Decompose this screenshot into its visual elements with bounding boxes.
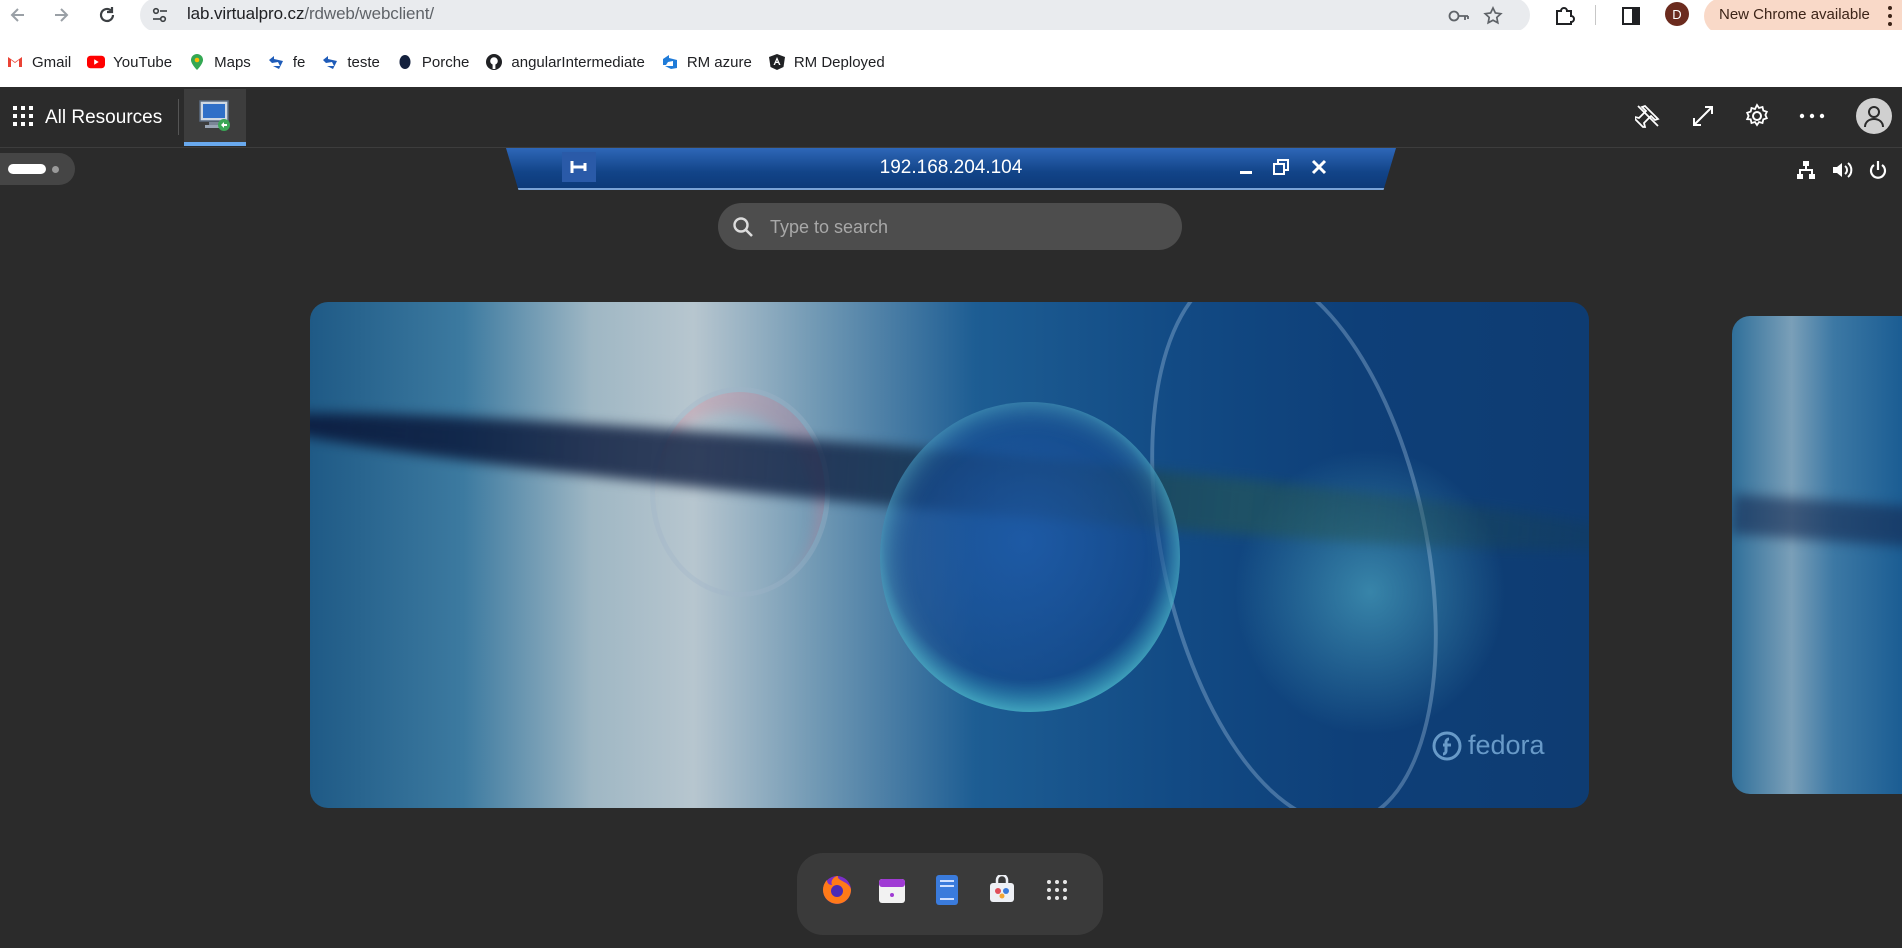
remote-session-tab[interactable] bbox=[184, 89, 246, 146]
bookmark-gmail[interactable]: Gmail bbox=[0, 48, 77, 76]
side-panel-icon[interactable] bbox=[1618, 3, 1644, 29]
volume-icon[interactable] bbox=[1830, 158, 1854, 182]
rdweb-header: All Resources bbox=[0, 87, 1902, 148]
github-icon bbox=[485, 53, 503, 71]
app-grid-icon bbox=[1047, 880, 1067, 900]
bookmark-rm-azure[interactable]: RM azure bbox=[655, 48, 758, 76]
address-bar[interactable]: lab.virtualpro.cz/rdweb/webclient/ bbox=[140, 0, 1530, 32]
back-button[interactable] bbox=[6, 3, 30, 27]
dock-calendar[interactable] bbox=[872, 870, 912, 910]
gmail-icon bbox=[6, 53, 24, 71]
dock-show-apps[interactable] bbox=[1037, 870, 1077, 910]
toolbar-divider bbox=[1595, 5, 1596, 25]
angular-icon bbox=[768, 53, 786, 71]
text-editor-icon bbox=[936, 875, 958, 905]
workspace-thumbnail-current[interactable]: fedora bbox=[310, 302, 1589, 808]
bookmark-label: Porche bbox=[421, 53, 470, 71]
overview-search-box[interactable] bbox=[718, 203, 1182, 250]
arrow-right-icon bbox=[55, 8, 69, 22]
fullscreen-icon[interactable] bbox=[1688, 101, 1718, 131]
url-text: lab.virtualpro.cz/rdweb/webclient/ bbox=[187, 4, 434, 24]
porche-icon bbox=[396, 53, 414, 71]
remote-desktop-area[interactable]: 192.168.204.104 fedora bbox=[0, 148, 1902, 948]
azure-devops-icon bbox=[661, 53, 679, 71]
bookmark-star-icon[interactable] bbox=[1482, 5, 1504, 27]
close-session-button[interactable] bbox=[1307, 155, 1331, 179]
url-path: /rdweb/webclient/ bbox=[304, 4, 435, 23]
wallpaper-bubble bbox=[880, 402, 1180, 712]
forward-button[interactable] bbox=[49, 3, 73, 27]
update-chrome-label: New Chrome available bbox=[1719, 6, 1870, 23]
bookmark-label: Gmail bbox=[32, 53, 72, 71]
unpin-icon[interactable] bbox=[1633, 101, 1663, 131]
bookmark-maps[interactable]: Maps bbox=[182, 48, 257, 76]
bookmark-label: angularIntermediate bbox=[511, 53, 645, 71]
bookmark-label: RM azure bbox=[686, 53, 752, 71]
azure-devops-icon bbox=[321, 53, 339, 71]
workspace-dot bbox=[52, 166, 59, 173]
all-resources-title[interactable]: All Resources bbox=[45, 107, 162, 129]
user-account-icon[interactable] bbox=[1856, 98, 1892, 134]
calendar-icon bbox=[879, 879, 905, 903]
bookmark-rm-deployed[interactable]: RM Deployed bbox=[762, 48, 891, 76]
fedora-watermark: fedora bbox=[1432, 730, 1545, 761]
reload-icon bbox=[99, 7, 115, 23]
chrome-menu-icon[interactable] bbox=[1888, 6, 1892, 26]
restore-icon bbox=[1273, 159, 1289, 175]
fedora-wordmark: fedora bbox=[1468, 730, 1545, 760]
power-icon[interactable] bbox=[1866, 158, 1890, 182]
active-tab-indicator bbox=[184, 142, 246, 146]
update-chrome-button[interactable]: New Chrome available bbox=[1704, 0, 1902, 34]
remote-host-address: 192.168.204.104 bbox=[879, 157, 1023, 178]
bookmark-porche[interactable]: Porche bbox=[390, 48, 476, 76]
browser-toolbar: lab.virtualpro.cz/rdweb/webclient/ D New… bbox=[0, 0, 1902, 34]
firefox-icon bbox=[823, 876, 851, 904]
bookmark-label: fe bbox=[292, 53, 306, 71]
bookmark-label: teste bbox=[347, 53, 380, 71]
search-input[interactable] bbox=[768, 211, 1152, 243]
bookmarks-bar: Gmail YouTube Maps fe teste Porche angul… bbox=[0, 44, 1902, 80]
bookmark-teste[interactable]: teste bbox=[315, 48, 386, 76]
site-info-icon[interactable] bbox=[150, 5, 170, 25]
rdp-connection-bar: 192.168.204.104 bbox=[506, 148, 1396, 190]
dock-text-editor[interactable] bbox=[927, 870, 967, 910]
fedora-logo-icon bbox=[1432, 731, 1462, 760]
close-icon bbox=[1311, 159, 1327, 175]
bookmark-youtube[interactable]: YouTube bbox=[81, 48, 178, 76]
reload-button[interactable] bbox=[95, 3, 119, 27]
bookmark-label: YouTube bbox=[113, 53, 173, 71]
bookmark-label: Maps bbox=[214, 53, 251, 71]
dash-dock bbox=[797, 853, 1103, 935]
minimize-button[interactable] bbox=[1234, 155, 1258, 179]
bookmark-fe[interactable]: fe bbox=[261, 48, 312, 76]
workspace-thumbnail-next[interactable] bbox=[1732, 316, 1902, 794]
url-host: lab.virtualpro.cz bbox=[187, 4, 305, 23]
header-divider bbox=[178, 99, 179, 135]
extensions-icon[interactable] bbox=[1551, 3, 1577, 29]
remote-desktop-icon bbox=[199, 100, 230, 131]
youtube-icon bbox=[87, 53, 106, 71]
settings-gear-icon[interactable] bbox=[1742, 101, 1772, 131]
wallpaper-streak bbox=[1732, 494, 1902, 548]
minimize-icon bbox=[1240, 171, 1252, 174]
app-launcher-icon[interactable] bbox=[12, 105, 34, 127]
profile-avatar[interactable]: D bbox=[1665, 2, 1689, 26]
search-icon bbox=[731, 215, 755, 239]
network-icon[interactable] bbox=[1794, 158, 1818, 182]
password-key-icon[interactable] bbox=[1448, 5, 1470, 27]
maps-icon bbox=[188, 53, 206, 71]
active-workspace-pill bbox=[8, 164, 46, 174]
software-icon bbox=[990, 875, 1014, 902]
bookmark-label: RM Deployed bbox=[793, 53, 885, 71]
restore-button[interactable] bbox=[1269, 155, 1293, 179]
azure-devops-icon bbox=[267, 53, 285, 71]
more-options-icon[interactable] bbox=[1797, 101, 1827, 131]
bookmark-angularintermediate[interactable]: angularIntermediate bbox=[479, 48, 650, 76]
dock-firefox[interactable] bbox=[817, 870, 857, 910]
dock-software[interactable] bbox=[982, 870, 1022, 910]
arrow-left-icon bbox=[10, 8, 24, 22]
activities-indicator[interactable] bbox=[0, 153, 75, 185]
